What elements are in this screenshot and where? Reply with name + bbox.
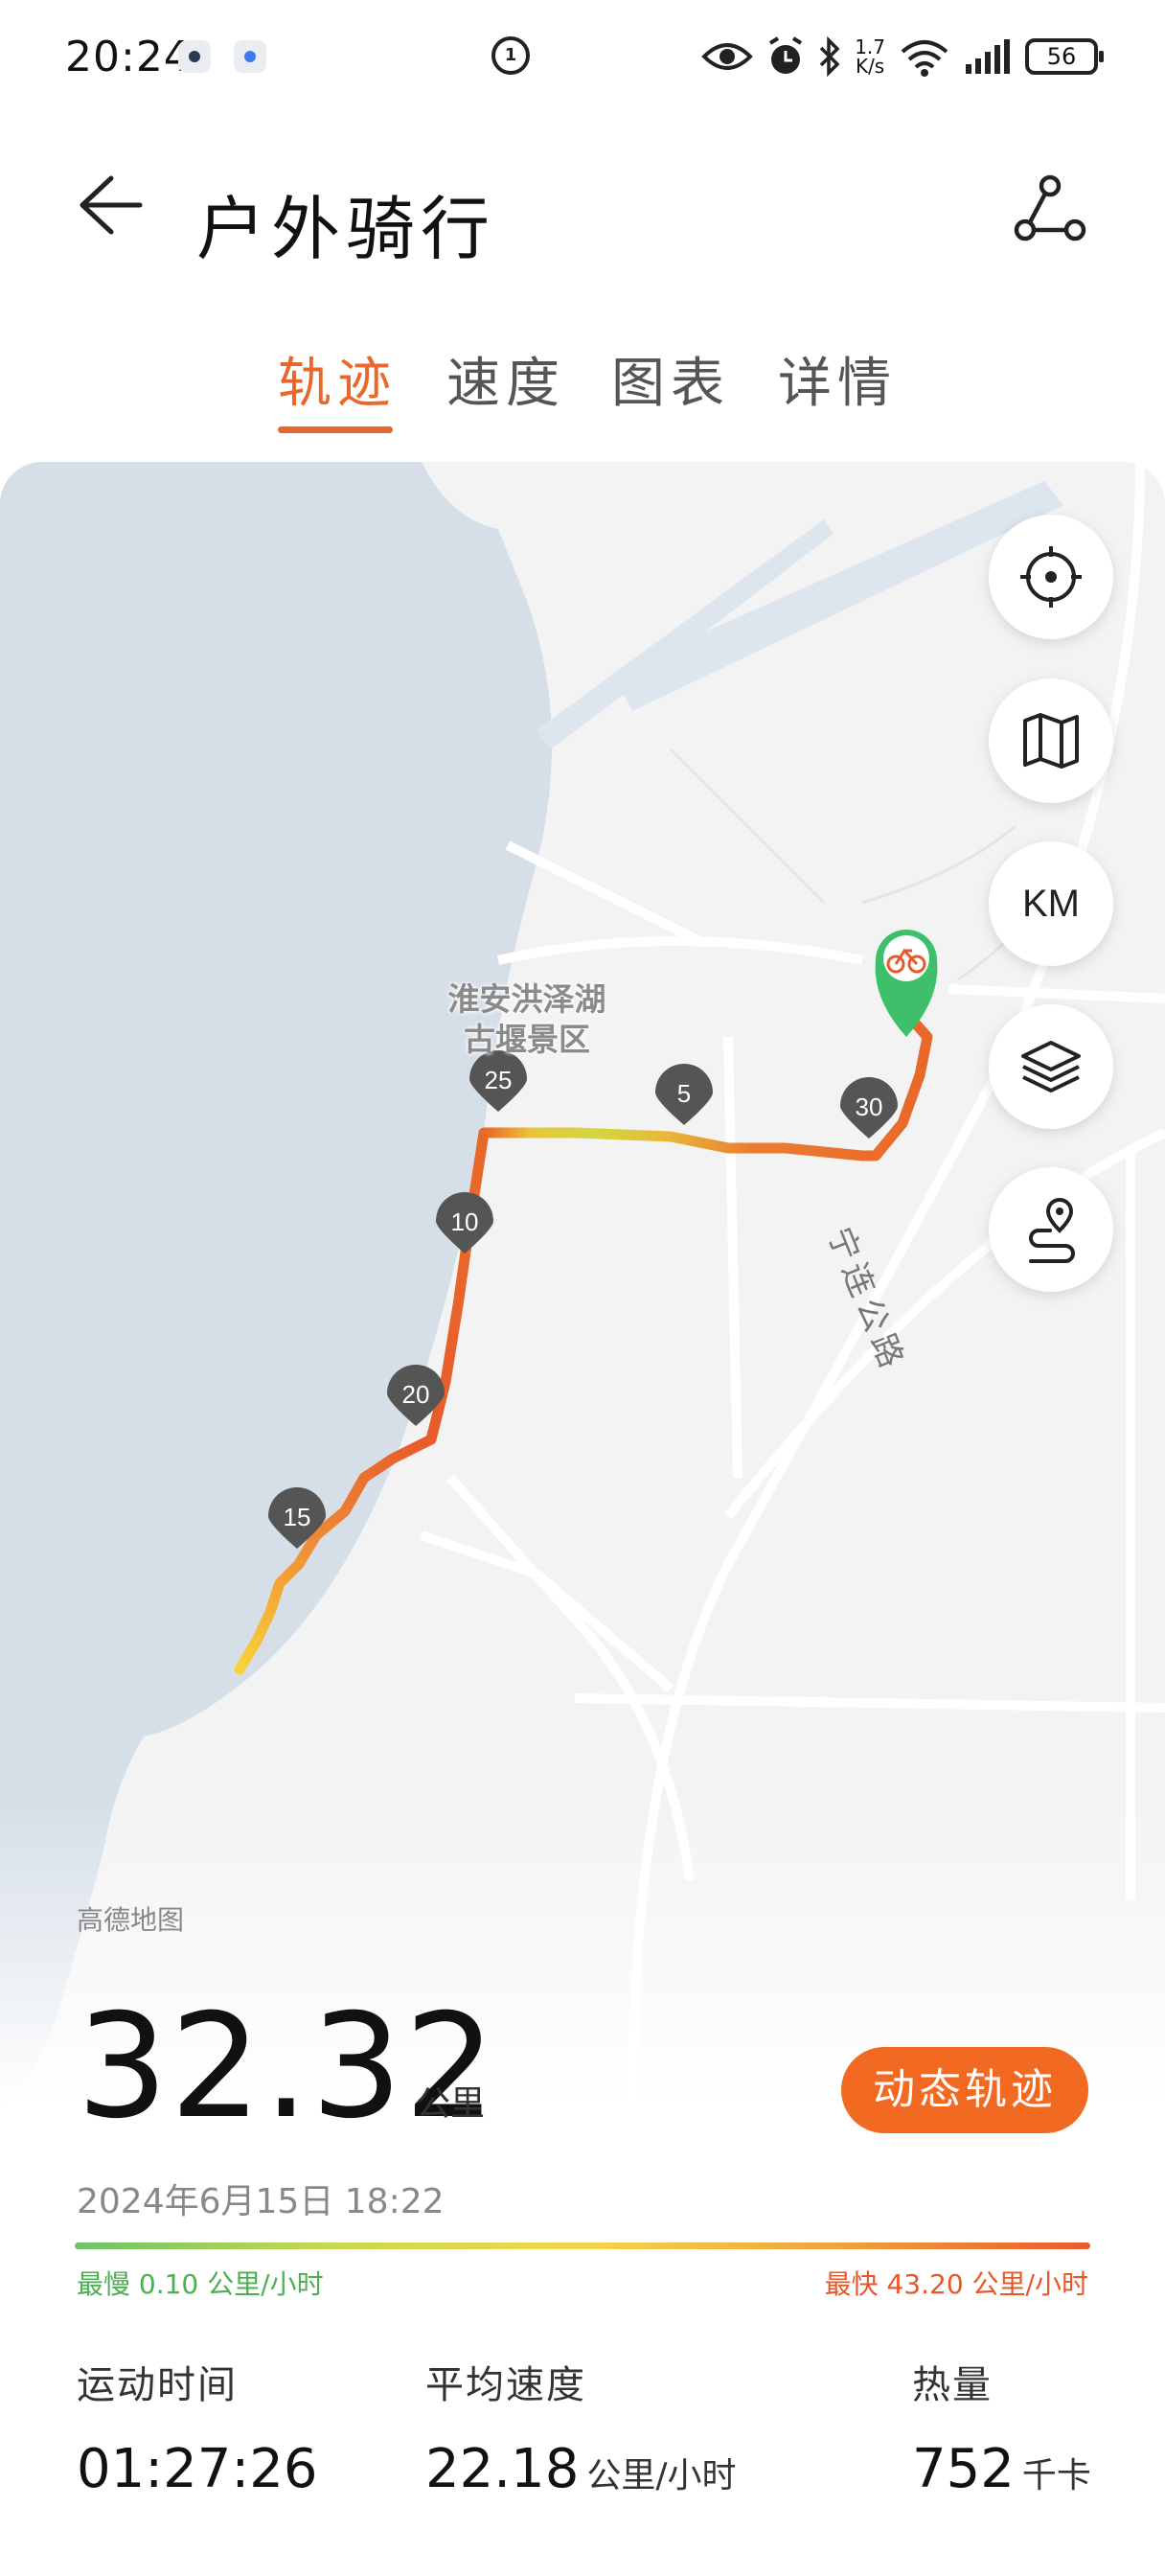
svg-text:15: 15 <box>284 1503 311 1531</box>
net-speed-unit: K/s <box>855 55 885 78</box>
fastest-speed: 最快 43.20 公里/小时 <box>824 2268 1088 2300</box>
notification-app-icon <box>178 40 211 73</box>
net-speed-value: 1.7 <box>855 35 885 58</box>
page-title: 户外骑行 <box>196 189 496 269</box>
svg-text:10: 10 <box>451 1208 479 1236</box>
distance-unit: 公里 <box>416 2084 486 2124</box>
route-map[interactable]: 25 5 30 10 20 15 淮安洪泽湖 古堰景区 宁连公路 KM 高德地图 <box>0 462 1165 2110</box>
dynamic-track-button[interactable]: 动态轨迹 <box>841 2047 1088 2133</box>
eye-icon <box>701 43 754 70</box>
share-icon[interactable] <box>1012 171 1088 247</box>
stat-number: 01:27:26 <box>77 2438 318 2500</box>
stat-unit: 公里/小时 <box>586 2456 737 2496</box>
tab-track[interactable]: 轨迹 <box>278 340 397 418</box>
stat-calories: 热量 752 千卡 <box>912 2354 1091 2500</box>
signal-icon <box>966 39 1010 74</box>
map-place-label: 淮安洪泽湖 古堰景区 <box>422 979 632 1060</box>
stat-label: 运动时间 <box>77 2363 238 2407</box>
data-saver-icon: 1 <box>491 36 530 75</box>
tab-charts[interactable]: 图表 <box>611 340 730 418</box>
stat-number: 752 <box>912 2438 1015 2500</box>
svg-text:25: 25 <box>485 1066 513 1094</box>
alarm-icon <box>769 36 803 74</box>
speed-legend-bar <box>75 2242 1090 2249</box>
stat-value: 01:27:26 <box>77 2438 318 2500</box>
unit-toggle-button[interactable]: KM <box>989 841 1113 966</box>
stat-number: 22.18 <box>425 2438 580 2500</box>
layers-icon <box>1021 1041 1081 1092</box>
start-marker <box>875 930 938 1037</box>
slowest-speed: 最慢 0.10 公里/小时 <box>77 2268 324 2300</box>
stat-avg-speed: 平均速度 22.18 公里/小时 <box>425 2354 736 2500</box>
tab-bar: 轨迹 速度 图表 详情 <box>0 331 1165 436</box>
app-header: 户外骑行 <box>0 144 1165 269</box>
stat-label: 热量 <box>912 2363 993 2407</box>
stat-label: 平均速度 <box>425 2363 586 2407</box>
km-marker: 5 <box>655 1064 713 1125</box>
tab-indicator <box>278 426 393 433</box>
bluetooth-icon <box>819 36 840 77</box>
stat-duration: 运动时间 01:27:26 <box>77 2354 318 2500</box>
map-source-label: 高德地图 <box>77 1904 185 1936</box>
map-type-button[interactable] <box>989 678 1113 803</box>
crosshair-icon <box>1020 546 1082 608</box>
place-label-line2: 古堰景区 <box>464 1021 590 1058</box>
status-icons: 1.7 K/s 56 <box>701 33 1104 80</box>
workout-datetime: 2024年6月15日 18:22 <box>77 2182 445 2221</box>
status-bar: 20:24 1 1.7 K/s 56 <box>0 0 1165 115</box>
status-time: 20:24 <box>65 33 192 81</box>
route-point-button[interactable] <box>989 1167 1113 1292</box>
stat-value: 752 千卡 <box>912 2438 1091 2500</box>
notification-app-icon <box>234 40 266 73</box>
wifi-icon <box>901 40 948 77</box>
net-speed: 1.7 K/s <box>855 37 885 76</box>
svg-text:5: 5 <box>677 1079 691 1108</box>
stat-value: 22.18 公里/小时 <box>425 2438 736 2500</box>
tab-speed[interactable]: 速度 <box>446 340 565 418</box>
svg-text:20: 20 <box>402 1380 430 1409</box>
route-pin-icon <box>1029 1198 1075 1263</box>
back-arrow-icon[interactable] <box>71 167 148 243</box>
battery-icon: 56 <box>1025 38 1104 75</box>
stat-unit: 千卡 <box>1021 2456 1091 2496</box>
svg-text:30: 30 <box>856 1092 883 1121</box>
tab-details[interactable]: 详情 <box>778 340 897 418</box>
map-icon <box>1023 713 1079 769</box>
workout-track-screen: 20:24 1 1.7 K/s 56 户外骑行 轨迹 速度 图表 详情 25 5… <box>0 0 1165 2576</box>
place-label-line1: 淮安洪泽湖 <box>447 980 606 1018</box>
locate-button[interactable] <box>989 515 1113 639</box>
unit-label: KM <box>1022 882 1080 925</box>
layers-button[interactable] <box>989 1004 1113 1129</box>
km-marker: 30 <box>840 1077 898 1138</box>
